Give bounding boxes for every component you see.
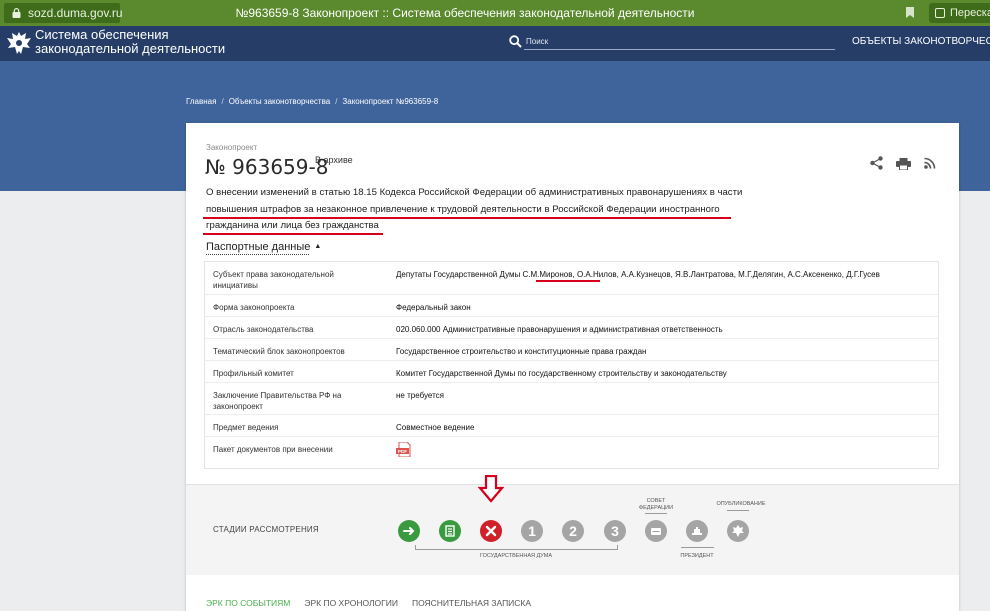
caption-federation-line-1: СОВЕТ (646, 498, 666, 504)
stage-first-reading[interactable]: 1 (521, 520, 543, 542)
stage-rejected-icon[interactable] (480, 520, 502, 542)
browser-bar: sozd.duma.gov.ru №963659-8 Законопроект … (0, 0, 990, 26)
row-value: Федеральный закон (396, 303, 471, 312)
bill-number: № 963659-8 (205, 155, 329, 179)
eagle-emblem-icon[interactable] (6, 29, 32, 57)
caption-president: ПРЕЗИДЕНТ (680, 553, 714, 559)
tab-chronology[interactable]: ЭРК ПО ХРОНОЛОГИИ (304, 598, 398, 608)
stage-introduction-icon[interactable] (398, 520, 420, 542)
row-label: Профильный комитет (213, 369, 294, 378)
stage-second-reading[interactable]: 2 (562, 520, 584, 542)
brand-line-2: законодательной деятельности (35, 41, 226, 56)
row-value: Государственное строительство и конститу… (396, 347, 647, 356)
row-label: Тематический блок законопроектов (213, 347, 345, 356)
pdf-label: PDF (398, 449, 407, 454)
caret-up-icon: ▲ (314, 243, 322, 250)
tab-title: №963659-8 Законопроект :: Система обеспе… (235, 6, 695, 20)
translate-button[interactable]: Пересказ (929, 3, 990, 23)
stage-president-icon[interactable] (686, 520, 708, 542)
rss-icon[interactable] (924, 157, 936, 169)
row-label: Заключение Правительства РФ на законопро… (213, 391, 342, 411)
row-label: Предмет ведения (213, 423, 279, 432)
passport-table: Субъект права законодательной инициативы… (204, 261, 939, 469)
highlight-underline (203, 233, 383, 235)
site-header: Система обеспечения законодательной деят… (0, 26, 990, 61)
breadcrumb-objects[interactable]: Объекты законотворчества (229, 97, 331, 106)
stages-title: СТАДИИ РАССМОТРЕНИЯ (213, 525, 319, 534)
table-row: Форма законопроекта Федеральный закон (205, 295, 938, 317)
caption-publication: ОПУБЛИКОВАНИЕ (716, 501, 766, 507)
table-row: Профильный комитет Комитет Государственн… (205, 361, 938, 383)
highlight-underline (203, 217, 731, 219)
row-label: Субъект права законодательной инициативы (213, 270, 334, 290)
tab-explanatory-note[interactable]: ПОЯСНИТЕЛЬНАЯ ЗАПИСКА (412, 598, 531, 608)
bill-description: О внесении изменений в статью 18.15 Коде… (206, 185, 766, 235)
breadcrumb-separator: / (335, 97, 338, 106)
print-icon[interactable] (896, 158, 911, 170)
stage-preliminary-icon[interactable] (439, 520, 461, 542)
table-row: Предмет ведения Совместное ведение (205, 415, 938, 437)
bill-status: В архиве (315, 155, 353, 165)
row-value: Депутаты Государственной Думы С.М.Мироно… (396, 270, 880, 279)
row-value: не требуется (396, 391, 444, 400)
breadcrumb-current: Законопроект №963659-8 (342, 97, 439, 106)
site-logo[interactable]: Система обеспечения законодательной деят… (35, 28, 225, 56)
president-bracket (681, 545, 714, 548)
federation-bracket (645, 513, 667, 516)
share-icon[interactable] (870, 156, 883, 170)
row-label: Форма законопроекта (213, 303, 295, 312)
bill-kicker: Законопроект (206, 143, 258, 152)
bookmark-icon[interactable] (905, 6, 915, 19)
passport-toggle-label: Паспортные данные (206, 241, 311, 253)
arrow-down-icon (478, 475, 504, 503)
search-icon[interactable] (509, 35, 522, 48)
stages-panel: СТАДИИ РАССМОТРЕНИЯ 1 2 3 ГОСУДАРСТВЕННА… (186, 475, 959, 575)
passport-toggle[interactable]: Паспортные данные ▲ (206, 241, 321, 253)
bill-card: Законопроект № 963659-8 В архиве О внесе… (186, 123, 959, 611)
table-row: Тематический блок законопроектов Государ… (205, 339, 938, 361)
row-value: 020.060.000 Административные правонаруше… (396, 325, 723, 334)
row-label: Отрасль законодательства (213, 325, 314, 334)
duma-bracket (415, 545, 618, 550)
stage-third-reading[interactable]: 3 (604, 520, 626, 542)
translate-label: Пересказ (950, 7, 990, 19)
stage-publication-icon[interactable] (727, 520, 749, 542)
tab-events[interactable]: ЭРК ПО СОБЫТИЯМ (206, 598, 290, 608)
caption-state-duma: ГОСУДАРСТВЕННАЯ ДУМА (479, 553, 553, 559)
events-tabs: ЭРК ПО СОБЫТИЯМ ЭРК ПО ХРОНОЛОГИИ ПОЯСНИТЕ… (206, 598, 545, 608)
brand-line-1: Система обеспечения (35, 27, 169, 42)
stage-federation-council-icon[interactable] (645, 520, 667, 542)
breadcrumb-home[interactable]: Главная (186, 97, 216, 106)
table-row: Отрасль законодательства 020.060.000 Адм… (205, 317, 938, 339)
row-label: Пакет документов при внесении (213, 445, 333, 454)
highlight-underline (536, 280, 600, 282)
translate-icon (935, 8, 945, 18)
description-line: О внесении изменений в статью 18.15 Коде… (206, 187, 743, 198)
passport-underline (206, 254, 309, 255)
publication-bracket (727, 510, 749, 513)
breadcrumb-separator: / (221, 97, 224, 106)
row-value: Комитет Государственной Думы по государс… (396, 369, 727, 378)
table-row: Субъект права законодательной инициативы… (205, 262, 938, 295)
pdf-file-icon[interactable]: PDF (396, 442, 412, 457)
table-row: Заключение Правительства РФ на законопро… (205, 383, 938, 415)
breadcrumb: Главная / Объекты законотворчества / Законоп… (186, 97, 438, 106)
description-line: повышения штрафов за незаконное привлече… (206, 203, 720, 215)
search-input[interactable] (524, 33, 835, 50)
caption-federation-council: СОВЕТ ФЕДЕРАЦИИ (626, 498, 686, 512)
caption-federation-line-2: ФЕДЕРАЦИИ (638, 505, 674, 511)
nav-objects-link[interactable]: ОБЪЕКТЫ ЗАКОНОТВОРЧЕСТ (852, 36, 990, 47)
table-row: Пакет документов при внесении PDF (205, 437, 938, 468)
row-value: Совместное ведение (396, 423, 475, 432)
